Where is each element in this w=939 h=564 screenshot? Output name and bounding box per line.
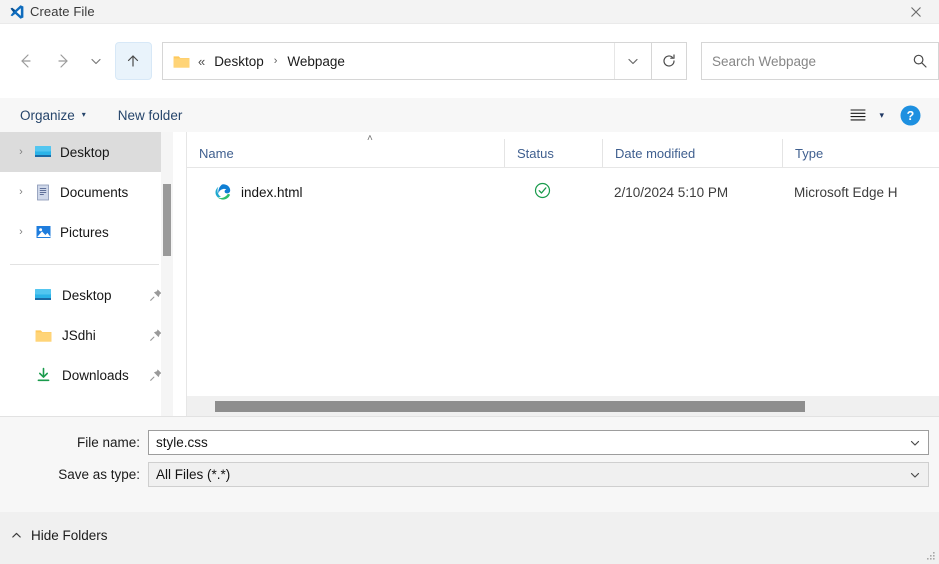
view-options-chevron-down-icon[interactable]: ▾ xyxy=(879,110,884,121)
sidebar-scrollbar-thumb[interactable] xyxy=(163,184,171,256)
new-folder-label: New folder xyxy=(117,107,183,123)
sidebar-item-documents[interactable]: › Documents xyxy=(0,172,173,212)
file-list-horizontal-scrollbar-thumb[interactable] xyxy=(215,401,805,412)
breadcrumb-item-webpage[interactable]: Webpage xyxy=(285,52,347,71)
documents-icon xyxy=(32,184,54,201)
address-bar[interactable]: « Desktop › Webpage xyxy=(161,42,652,80)
resize-grip-icon[interactable] xyxy=(924,550,936,562)
breadcrumb-overflow[interactable]: « xyxy=(198,54,205,69)
quick-access-item-downloads[interactable]: Downloads xyxy=(0,355,173,395)
desktop-icon xyxy=(32,144,54,160)
chevron-right-icon[interactable]: › xyxy=(10,186,32,198)
sidebar-item-label: Pictures xyxy=(60,224,109,240)
column-header-date-label: Date modified xyxy=(615,145,696,161)
back-arrow-icon[interactable] xyxy=(8,42,45,80)
up-arrow-icon[interactable] xyxy=(114,42,152,80)
breadcrumb-item-desktop[interactable]: Desktop xyxy=(212,52,266,71)
column-header-status-label: Status xyxy=(517,145,554,161)
refresh-icon[interactable] xyxy=(651,42,687,80)
file-name-cell: index.html xyxy=(187,183,504,201)
column-headers: Name ˄ Status Date modified Type xyxy=(187,132,939,168)
quick-access-item-jsdhi[interactable]: JSdhi xyxy=(0,315,173,355)
address-dropdown-chevron-down-icon[interactable] xyxy=(613,43,651,79)
quick-access-label: Desktop xyxy=(62,287,112,303)
quick-access-item-desktop[interactable]: Desktop xyxy=(0,275,173,315)
save-as-type-value: All Files (*.*) xyxy=(156,467,231,482)
sidebar-item-pictures[interactable]: › Pictures xyxy=(0,212,173,252)
dialog-body: › Desktop › Documents › Pictures Desktop… xyxy=(0,132,939,417)
organize-button[interactable]: Organize ▾ xyxy=(12,102,94,128)
breadcrumb: « Desktop › Webpage xyxy=(198,52,614,71)
form-area: File name: style.css Save as type: All F… xyxy=(0,417,939,512)
quick-access-label: Downloads xyxy=(62,367,129,383)
edge-file-icon xyxy=(214,183,232,201)
search-input[interactable]: Search Webpage xyxy=(700,42,939,80)
file-name-row: File name: style.css xyxy=(0,430,929,455)
new-folder-button[interactable]: New folder xyxy=(110,102,191,128)
breadcrumb-separator[interactable]: › xyxy=(274,55,278,67)
save-as-type-row: Save as type: All Files (*.*) xyxy=(0,462,929,487)
navigation-sidebar: › Desktop › Documents › Pictures Desktop… xyxy=(0,132,173,417)
column-header-status[interactable]: Status xyxy=(504,139,602,167)
table-row[interactable]: index.html 2/10/2024 5:10 PM Microsoft E… xyxy=(187,175,939,209)
column-header-name[interactable]: Name ˄ xyxy=(187,133,504,167)
sidebar-item-desktop[interactable]: › Desktop xyxy=(0,132,173,172)
close-icon[interactable] xyxy=(893,0,939,24)
column-header-name-label: Name xyxy=(199,145,234,161)
cloud-available-check-icon xyxy=(534,182,551,202)
create-file-dialog: Create File « Desktop › Webpage Search W… xyxy=(0,0,939,564)
sidebar-item-label: Desktop xyxy=(60,144,110,160)
title-bar: Create File xyxy=(0,0,939,24)
sidebar-divider xyxy=(10,264,159,265)
chevron-right-icon[interactable]: › xyxy=(10,226,32,238)
vscode-icon xyxy=(6,4,28,20)
sort-ascending-icon: ˄ xyxy=(367,133,373,144)
save-as-type-select[interactable]: All Files (*.*) xyxy=(148,462,929,487)
file-status-cell xyxy=(504,182,602,202)
column-header-type-label: Type xyxy=(795,145,824,161)
file-list: Name ˄ Status Date modified Type index.h… xyxy=(187,132,939,417)
file-list-horizontal-scrollbar[interactable] xyxy=(187,396,939,417)
file-name-field[interactable]: style.css xyxy=(148,430,929,455)
desktop-icon xyxy=(32,287,54,303)
svg-text:?: ? xyxy=(907,109,915,123)
window-title: Create File xyxy=(30,4,95,19)
folder-icon xyxy=(32,328,54,343)
help-icon[interactable]: ? xyxy=(900,105,921,126)
sidebar-scrollbar[interactable] xyxy=(161,132,173,417)
organize-label: Organize xyxy=(20,107,75,123)
forward-arrow-icon[interactable] xyxy=(45,42,82,80)
search-icon[interactable] xyxy=(912,53,928,69)
downloads-icon xyxy=(32,367,54,383)
file-name-label: File name: xyxy=(76,435,140,450)
command-bar: Organize ▾ New folder ▾ ? xyxy=(0,98,939,132)
file-type-cell: Microsoft Edge H xyxy=(794,184,898,200)
chevron-up-icon xyxy=(10,529,23,542)
column-header-type[interactable]: Type xyxy=(782,139,939,167)
search-placeholder: Search Webpage xyxy=(711,53,817,69)
hide-folders-button[interactable]: Hide Folders xyxy=(10,528,108,543)
pictures-icon xyxy=(32,224,54,240)
recent-locations-chevron-down-icon[interactable] xyxy=(82,42,111,80)
folder-icon xyxy=(173,54,190,69)
file-date-modified-cell: 2/10/2024 5:10 PM xyxy=(614,184,729,200)
chevron-right-icon[interactable]: › xyxy=(10,146,32,158)
save-as-type-label: Save as type: xyxy=(58,467,140,482)
chevron-down-icon: ▾ xyxy=(81,110,86,119)
sidebar-item-label: Documents xyxy=(60,184,129,200)
dialog-footer: Hide Folders Create File Cancel xyxy=(0,512,939,564)
view-list-icon[interactable] xyxy=(845,102,871,128)
navigation-bar: « Desktop › Webpage Search Webpage xyxy=(0,24,939,98)
chevron-down-icon[interactable] xyxy=(902,469,928,481)
hide-folders-label: Hide Folders xyxy=(31,528,108,543)
quick-access-label: JSdhi xyxy=(62,327,96,343)
file-name-value: style.css xyxy=(156,435,208,450)
chevron-down-icon[interactable] xyxy=(902,437,928,449)
file-name-text: index.html xyxy=(241,184,303,200)
column-header-date-modified[interactable]: Date modified xyxy=(602,139,782,167)
